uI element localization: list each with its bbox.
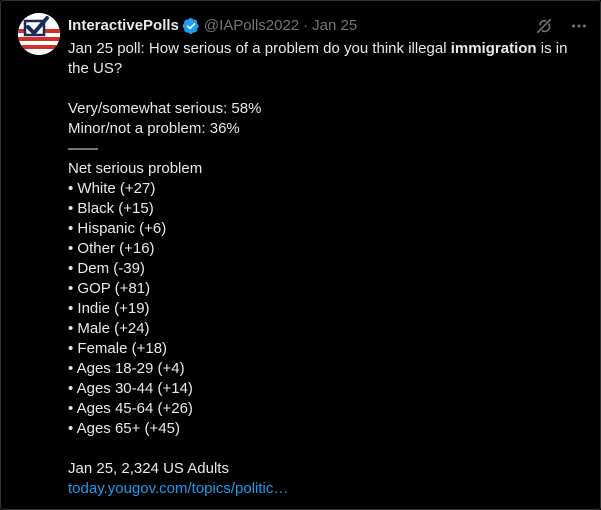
list-item: • Ages 65+ (+45) (68, 420, 180, 437)
list-item: • GOP (+81) (68, 280, 151, 297)
tweet-header: InteractivePolls @IAPolls2022 · Jan 25 (68, 15, 588, 37)
user-handle[interactable]: @IAPolls2022 (204, 16, 299, 36)
list-item: • Female (+18) (68, 340, 168, 357)
poll-question-prefix: Jan 25 poll: How serious of a problem do… (68, 40, 451, 57)
separator-dot: · (303, 17, 309, 34)
flag-checkmark-logo-icon (18, 13, 60, 55)
tweet-text: Jan 25 poll: How serious of a problem do… (68, 39, 573, 499)
more-icon[interactable] (570, 17, 588, 35)
net-heading: Net serious problem (68, 160, 203, 177)
grok-icon[interactable] (535, 17, 553, 35)
list-item: • Ages 30-44 (+14) (68, 380, 193, 397)
display-name[interactable]: InteractivePolls (68, 16, 179, 36)
result-serious: Very/somewhat serious: 58% (68, 100, 262, 117)
header-actions (535, 17, 588, 35)
list-item: • Male (+24) (68, 320, 150, 337)
list-item: • Indie (+19) (68, 300, 150, 317)
net-breakdown-list: • White (+27) • Black (+15) • Hispanic (+6… (68, 179, 573, 439)
list-item: • Dem (-39) (68, 260, 145, 277)
poll-question-keyword: immigration (450, 40, 537, 57)
list-item: • Black (+15) (68, 200, 154, 217)
list-item: • Ages 18-29 (+4) (68, 360, 185, 377)
list-item: • Other (+16) (68, 240, 155, 257)
tweet-date[interactable]: Jan 25 (312, 16, 357, 36)
tweet-card[interactable]: InteractivePolls @IAPolls2022 · Jan 25 J… (0, 0, 601, 510)
result-not-problem: Minor/not a problem: 36% (68, 120, 240, 137)
list-item: • Ages 45-64 (+26) (68, 400, 193, 417)
source-link[interactable]: today.yougov.com/topics/politic… (68, 480, 288, 497)
avatar[interactable] (18, 13, 60, 55)
verified-badge-icon[interactable] (182, 17, 200, 35)
list-item: • Hispanic (+6) (68, 220, 167, 237)
list-item: • White (+27) (68, 180, 156, 197)
tweet-content: InteractivePolls @IAPolls2022 · Jan 25 J… (68, 15, 588, 499)
divider-line: —— (68, 140, 98, 157)
poll-footer: Jan 25, 2,324 US Adults (68, 460, 229, 477)
poll-question: Jan 25 poll: How serious of a problem do… (68, 39, 573, 79)
